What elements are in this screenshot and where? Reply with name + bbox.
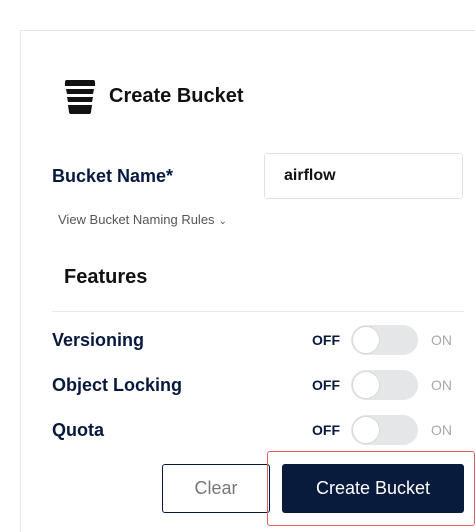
clear-button[interactable]: Clear (162, 464, 270, 513)
page-title: Create Bucket (109, 85, 244, 107)
quota-toggle[interactable] (351, 415, 418, 445)
features-heading: Features (64, 266, 148, 288)
bucket-name-label: Bucket Name* (52, 166, 174, 186)
chevron-down-icon: ⌄ (218, 216, 227, 227)
features-divider (52, 311, 464, 312)
versioning-off-label: OFF (312, 332, 340, 348)
naming-rules-label: View Bucket Naming Rules (58, 212, 215, 227)
object-locking-off-label: OFF (312, 377, 340, 393)
toggle-knob (352, 416, 380, 444)
versioning-toggle[interactable] (351, 325, 418, 355)
naming-rules-link[interactable]: View Bucket Naming Rules ⌄ (58, 212, 227, 230)
object-locking-on-label: ON (431, 377, 452, 393)
quota-off-label: OFF (312, 422, 340, 438)
bucket-name-input[interactable] (264, 153, 463, 199)
quota-label: Quota (52, 420, 104, 440)
versioning-on-label: ON (431, 332, 452, 348)
create-bucket-button[interactable]: Create Bucket (282, 464, 464, 513)
toggle-knob (352, 326, 380, 354)
create-bucket-page: Create Bucket Bucket Name* View Bucket N… (0, 0, 475, 532)
feature-row-quota: Quota OFF ON (52, 415, 464, 445)
quota-on-label: ON (431, 422, 452, 438)
feature-row-object-locking: Object Locking OFF ON (52, 370, 464, 400)
versioning-label: Versioning (52, 330, 145, 350)
feature-row-versioning: Versioning OFF ON (52, 325, 464, 355)
bucket-icon (65, 80, 95, 114)
object-locking-label: Object Locking (52, 375, 183, 395)
object-locking-toggle[interactable] (351, 370, 418, 400)
toggle-knob (352, 371, 380, 399)
